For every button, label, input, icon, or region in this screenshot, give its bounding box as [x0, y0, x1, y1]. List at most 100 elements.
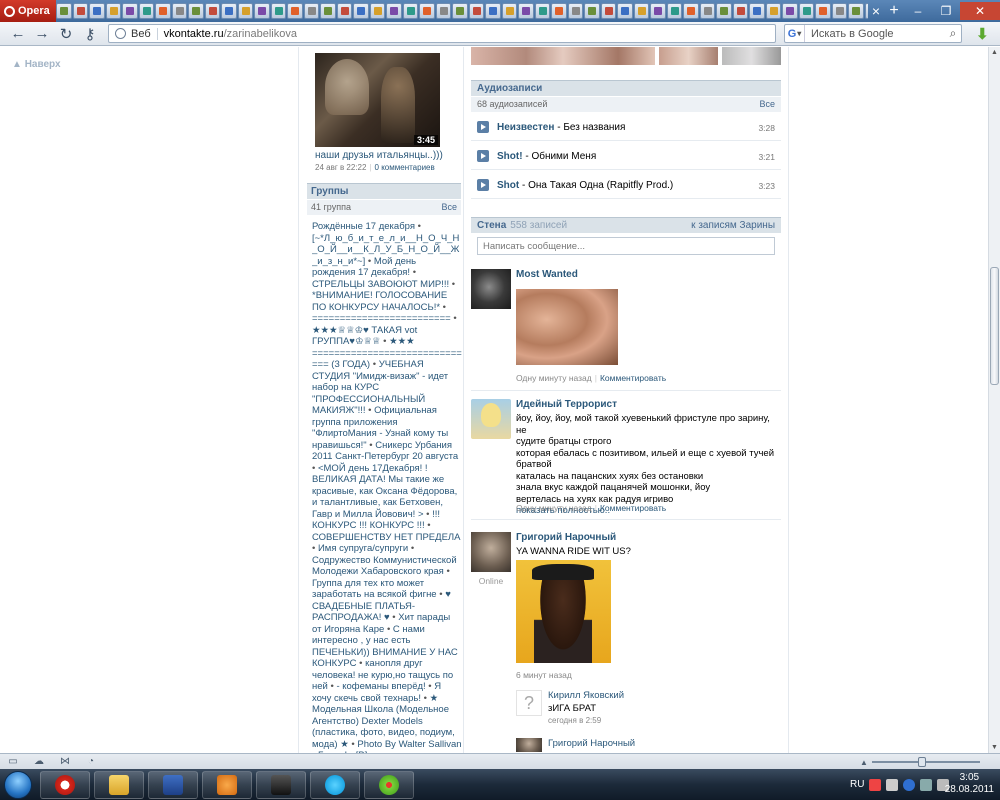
help-tray-icon[interactable] — [903, 778, 916, 791]
taskbar-icq[interactable] — [364, 770, 414, 799]
audio-all-link[interactable]: Все — [759, 99, 775, 110]
browser-tab[interactable] — [765, 3, 781, 19]
browser-tab[interactable] — [155, 3, 171, 19]
browser-tab[interactable] — [204, 3, 220, 19]
wall-title[interactable]: Стена — [477, 220, 506, 231]
browser-tab[interactable] — [386, 3, 402, 19]
cloud-icon[interactable]: ☁ — [32, 756, 46, 768]
taskbar-explorer[interactable] — [94, 770, 144, 799]
browser-tab[interactable] — [419, 3, 435, 19]
browser-tab[interactable] — [716, 3, 732, 19]
post-image[interactable] — [516, 289, 618, 365]
avatar[interactable] — [471, 532, 511, 572]
browser-tab[interactable] — [287, 3, 303, 19]
taskbar-terminal[interactable] — [256, 770, 306, 799]
comment-author[interactable]: Григорий Нарочный — [548, 738, 635, 749]
browser-tab[interactable] — [468, 3, 484, 19]
browser-tab[interactable] — [369, 3, 385, 19]
track-artist[interactable]: Shot! — [497, 151, 523, 162]
avatar[interactable] — [471, 269, 511, 309]
browser-tab[interactable] — [402, 3, 418, 19]
avatar[interactable] — [516, 738, 542, 752]
browser-tab[interactable] — [782, 3, 798, 19]
zoom-knob[interactable] — [917, 757, 926, 767]
group-link[interactable]: *ВНИМАНИЕ! ГОЛОСОВАНИЕ ПО КОНКУРСУ НАЧАЛ… — [312, 290, 447, 313]
browser-tab[interactable] — [188, 3, 204, 19]
reload-icon[interactable]: ↻ — [54, 24, 78, 44]
browser-tab[interactable] — [848, 3, 864, 19]
browser-tab[interactable] — [105, 3, 121, 19]
zoom-track[interactable] — [871, 757, 980, 767]
post-author[interactable]: Most Wanted — [516, 269, 578, 280]
group-link[interactable]: СТРЕЛЬЦЫ ЗАВОЮЮТ МИР!!! — [312, 279, 449, 290]
video-comments-link[interactable]: 0 комментариев — [375, 163, 435, 172]
photo-thumbnail[interactable] — [721, 47, 781, 65]
post-image[interactable] — [516, 560, 611, 663]
browser-tab[interactable] — [122, 3, 138, 19]
new-tab-button[interactable]: + — [884, 2, 904, 20]
browser-tab[interactable] — [864, 3, 868, 19]
speed-dial-icon[interactable]: ◔ — [84, 756, 98, 768]
photo-thumbnail[interactable] — [658, 47, 718, 65]
comment-link[interactable]: Комментировать — [600, 503, 666, 513]
wall-message-input[interactable]: Написать сообщение... — [477, 237, 775, 255]
browser-tab[interactable] — [138, 3, 154, 19]
address-field[interactable]: Веб vkontakte.ru/zarinabelikova — [108, 24, 776, 43]
language-indicator[interactable]: RU — [850, 779, 864, 790]
browser-tab[interactable] — [72, 3, 88, 19]
browser-tab[interactable] — [831, 3, 847, 19]
play-icon[interactable] — [477, 120, 489, 133]
system-clock[interactable]: 3:05 28.08.2011 — [945, 772, 994, 796]
close-window-button[interactable]: ✕ — [960, 2, 1000, 20]
browser-tab[interactable] — [732, 3, 748, 19]
track-artist[interactable]: Shot — [497, 180, 519, 191]
browser-tab[interactable] — [452, 3, 468, 19]
play-icon[interactable] — [477, 149, 489, 162]
avatar[interactable] — [471, 399, 511, 439]
browser-tab[interactable] — [518, 3, 534, 19]
browser-tab[interactable] — [815, 3, 831, 19]
taskbar-save-app[interactable] — [148, 770, 198, 799]
play-icon[interactable] — [477, 178, 489, 191]
group-link[interactable]: Photo By Walter Sallivan — [357, 739, 461, 750]
photo-thumbnail[interactable] — [471, 47, 655, 65]
scroll-down-icon[interactable]: ▼ — [989, 744, 1000, 751]
minimize-button[interactable]: – — [904, 2, 932, 20]
back-arrow-icon[interactable]: ← — [6, 24, 30, 44]
comment-link[interactable]: Комментировать — [600, 373, 666, 383]
browser-tab[interactable] — [336, 3, 352, 19]
scroll-up-icon[interactable]: ▲ — [989, 49, 1000, 56]
browser-tab[interactable] — [633, 3, 649, 19]
pdf-tray-icon[interactable] — [869, 778, 882, 791]
zoom-menu-icon[interactable]: ▲ — [860, 758, 868, 767]
browser-tab[interactable] — [683, 3, 699, 19]
start-button[interactable] — [0, 769, 36, 800]
key-icon[interactable]: ⚷ — [78, 24, 102, 44]
group-link[interactable]: Имя супруга/супруги — [318, 543, 408, 554]
scrollbar-thumb[interactable] — [990, 267, 999, 385]
browser-tab[interactable] — [617, 3, 633, 19]
taskbar-skype[interactable] — [310, 770, 360, 799]
search-icon[interactable]: ⌕ — [945, 26, 961, 41]
forward-arrow-icon[interactable]: → — [30, 24, 54, 44]
flag-tray-icon[interactable] — [886, 778, 899, 791]
browser-tab[interactable] — [501, 3, 517, 19]
browser-tab[interactable] — [485, 3, 501, 19]
group-link[interactable]: СОВЕРШЕНСТВУ НЕТ ПРЕДЕЛА — [312, 532, 460, 543]
audio-track[interactable]: Shot - Она Такая Одна (Rapitfly Prod.) 3… — [471, 171, 781, 199]
track-artist[interactable]: Неизвестен — [497, 122, 554, 133]
zoom-slider[interactable]: ▲ — [860, 756, 980, 768]
group-link[interactable]: Группа для тех кто может заработать на в… — [312, 578, 437, 601]
browser-tab[interactable] — [600, 3, 616, 19]
group-link[interactable]: Содружество Коммунистической Молодежи Ха… — [312, 555, 457, 578]
download-arrow-icon[interactable]: ⬇ — [976, 25, 989, 43]
browser-tab[interactable] — [221, 3, 237, 19]
groups-all-link[interactable]: Все — [441, 202, 457, 213]
search-field[interactable]: G ▾ Искать в Google ⌕ — [784, 24, 962, 43]
browser-tab[interactable] — [237, 3, 253, 19]
audio-track[interactable]: Неизвестен - Без названия 3:28 — [471, 113, 781, 141]
browser-tab[interactable] — [534, 3, 550, 19]
comment-author[interactable]: Кирилл Яковский — [548, 690, 624, 701]
browser-tab[interactable] — [567, 3, 583, 19]
share-icon[interactable]: ⋈ — [58, 756, 72, 768]
